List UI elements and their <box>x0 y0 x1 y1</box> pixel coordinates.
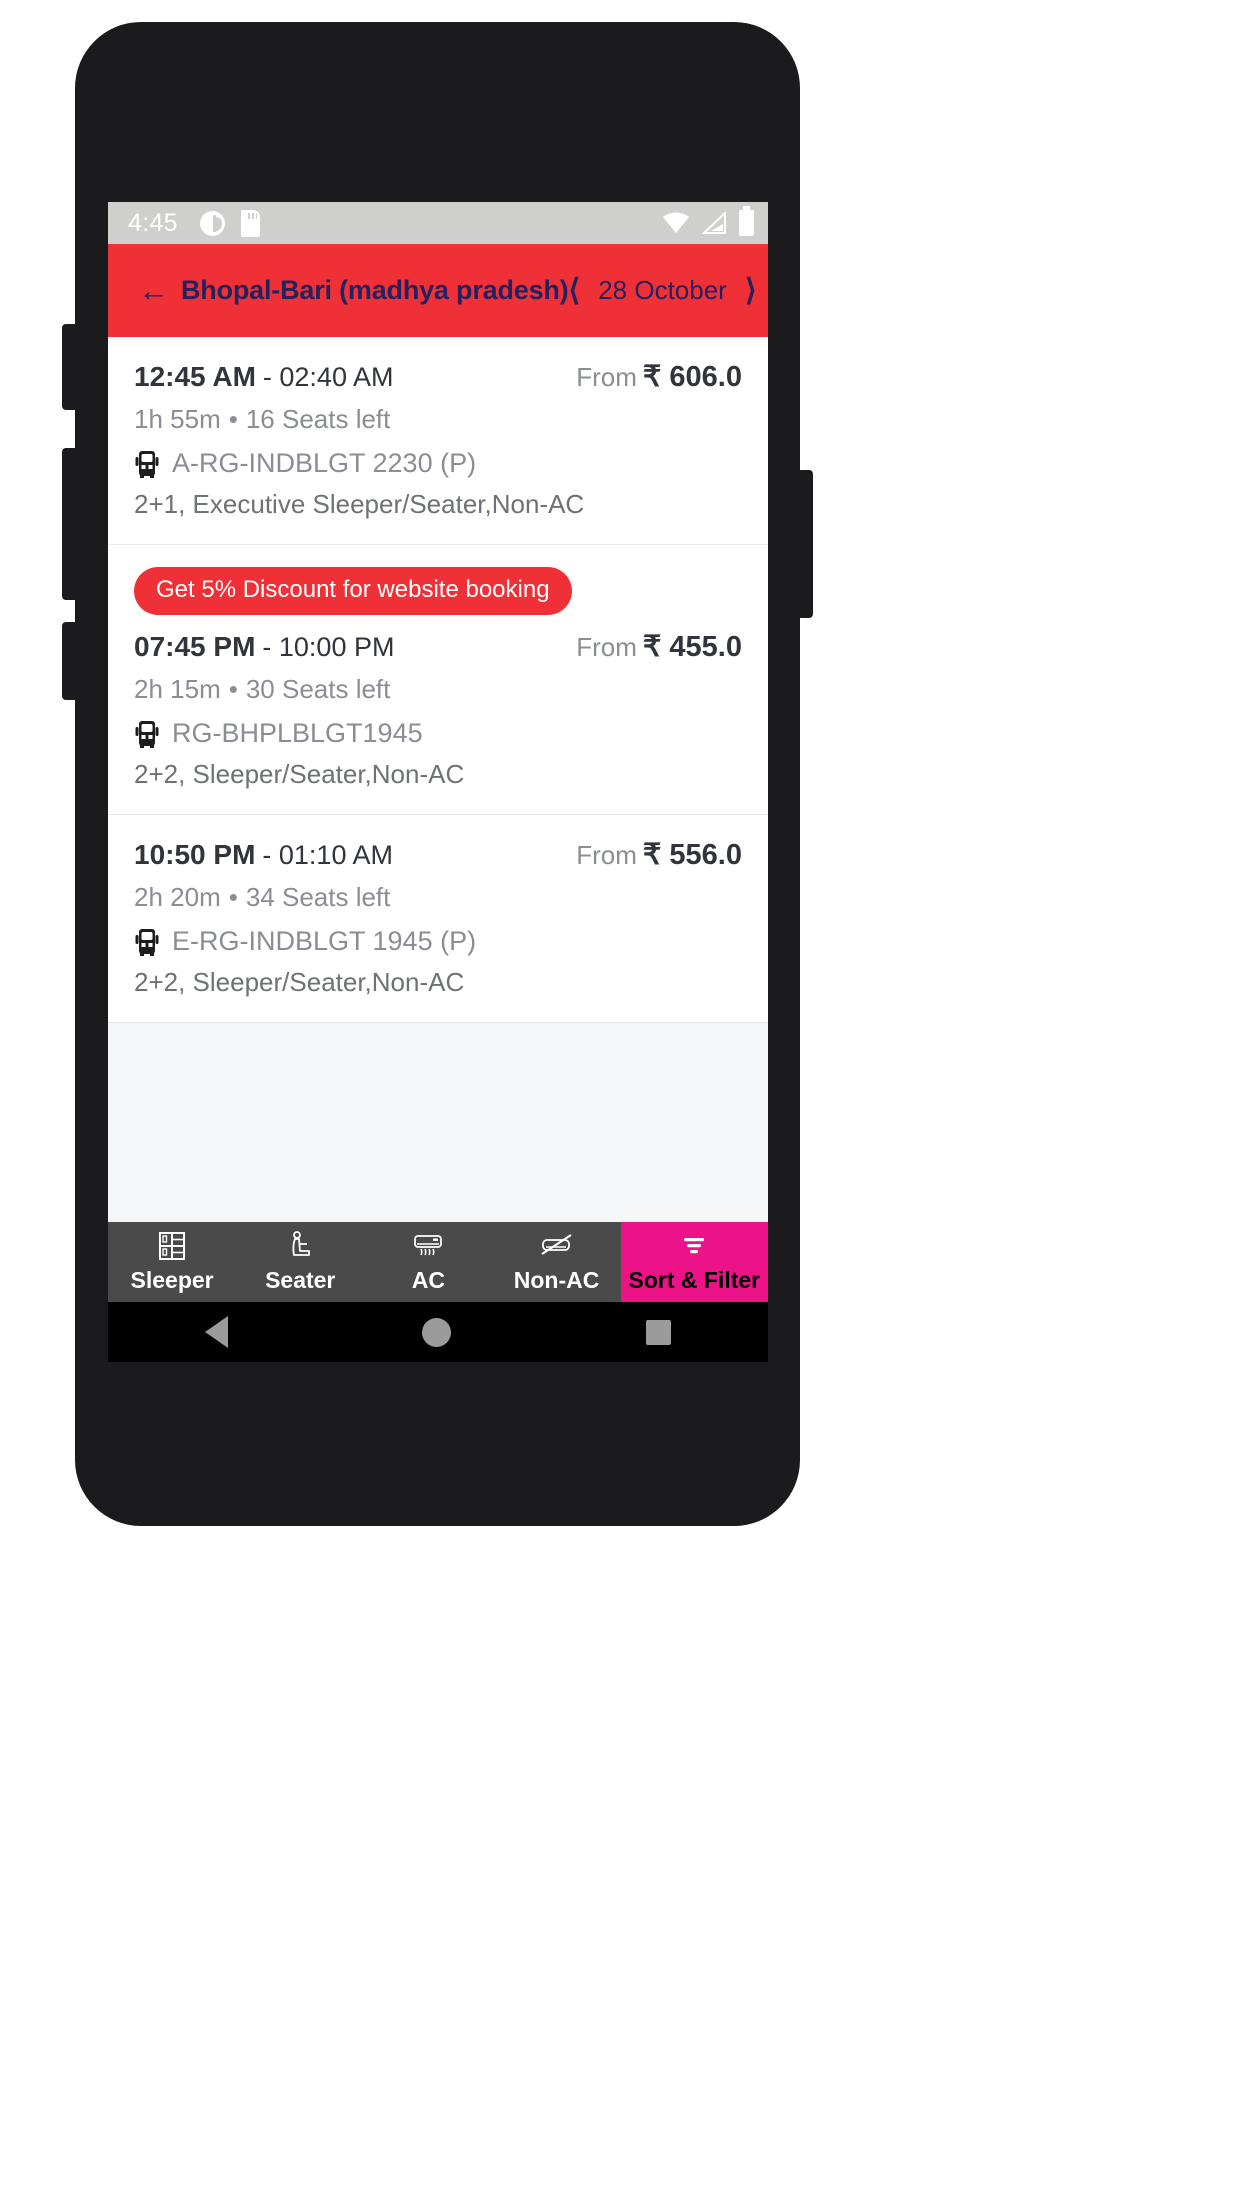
app-header: ← Bhopal-Bari (madhya pradesh) ⟨ 28 Octo… <box>108 244 768 337</box>
filter-label: Non-AC <box>513 1267 600 1293</box>
sleeper-berth-icon <box>156 1230 188 1262</box>
do-not-disturb-icon <box>199 210 225 236</box>
trip-meta: 2h 15m • 30 Seats left <box>134 674 742 705</box>
next-day-icon[interactable]: ⟩ <box>745 275 757 306</box>
filter-ac[interactable]: AC <box>364 1222 492 1302</box>
air-conditioner-icon <box>411 1230 445 1262</box>
departure-time: 07:45 PM <box>134 631 256 662</box>
bus-type: 2+2, Sleeper/Seater,Non-AC <box>134 967 465 997</box>
meta-separator: • <box>228 674 238 704</box>
trip-duration: 1h 55m <box>134 404 221 434</box>
status-left-icons <box>199 209 260 237</box>
phone-button-left-bottom[interactable] <box>62 622 78 700</box>
bus-identity-row: RG-BHPLBLGT1945 <box>134 718 742 749</box>
filter-label: Sort & Filter <box>628 1267 761 1293</box>
price-block: From ₹ 556.0 <box>576 837 742 872</box>
price-from-label: From <box>576 840 637 870</box>
phone-button-volume[interactable] <box>62 448 78 600</box>
cell-signal-icon <box>701 210 727 234</box>
back-triangle-icon[interactable] <box>205 1316 229 1348</box>
filter-toolbar: Sleeper Seater AC Non-AC Sort & Filter <box>108 1222 768 1302</box>
filter-label: Seater <box>265 1267 336 1293</box>
bus-result-card[interactable]: Get 5% Discount for website booking 07:4… <box>108 545 768 815</box>
trip-meta: 2h 20m • 34 Seats left <box>134 882 742 913</box>
schedule-row: 10:50 PM - 01:10 AM From ₹ 556.0 <box>134 837 742 872</box>
departure-time: 12:45 AM <box>134 361 256 392</box>
bus-result-card[interactable]: 12:45 AM - 02:40 AM From ₹ 606.0 1h 55m • 1… <box>108 337 768 545</box>
bus-identity-row: A-RG-INDBLGT 2230 (P) <box>134 448 742 479</box>
meta-separator: • <box>228 404 238 434</box>
price-amount: ₹ 455.0 <box>642 631 742 663</box>
schedule-row: 12:45 AM - 02:40 AM From ₹ 606.0 <box>134 359 742 394</box>
bus-type: 2+1, Executive Sleeper/Seater,Non-AC <box>134 489 585 519</box>
departure-time: 10:50 PM <box>134 839 256 870</box>
wifi-icon <box>662 212 690 234</box>
bus-code: E-RG-INDBLGT 1945 (P) <box>172 926 477 956</box>
seat-icon <box>284 1230 316 1262</box>
meta-separator: • <box>228 882 238 912</box>
battery-icon <box>739 206 754 236</box>
sd-card-icon <box>240 209 260 237</box>
status-bar: 4:45 <box>108 202 768 244</box>
seats-left: 34 Seats left <box>245 882 391 912</box>
bus-icon <box>134 719 160 749</box>
filter-seater[interactable]: Seater <box>236 1222 364 1302</box>
phone-screen: 4:45 ← Bhopal-Bari (madhya pradesh) ⟨ 28… <box>108 202 768 1362</box>
price-amount: ₹ 556.0 <box>642 839 742 871</box>
price-from-label: From <box>576 362 637 392</box>
schedule-row: 07:45 PM - 10:00 PM From ₹ 455.0 <box>134 629 742 664</box>
status-time: 4:45 <box>128 208 178 237</box>
price-block: From ₹ 455.0 <box>576 629 742 664</box>
discount-badge[interactable]: Get 5% Discount for website booking <box>134 567 572 615</box>
bus-type: 2+2, Sleeper/Seater,Non-AC <box>134 759 465 789</box>
arrival-time: - 01:10 AM <box>262 840 393 870</box>
bus-icon <box>134 449 160 479</box>
filter-non-ac[interactable]: Non-AC <box>492 1222 620 1302</box>
back-arrow-icon[interactable]: ← <box>138 275 169 306</box>
screenshot-stage: 4:45 ← Bhopal-Bari (madhya pradesh) ⟨ 28… <box>0 0 1242 2208</box>
filter-label: AC <box>411 1267 445 1293</box>
seats-left: 16 Seats left <box>245 404 391 434</box>
price-from-label: From <box>576 632 637 662</box>
arrival-time: - 02:40 AM <box>262 362 394 392</box>
home-circle-icon[interactable] <box>422 1317 452 1347</box>
page-title: Bhopal-Bari (madhya pradesh) <box>181 275 569 305</box>
bus-icon <box>134 927 160 957</box>
date-navigator: ⟨ 28 October ⟩ <box>568 275 756 306</box>
bus-code: RG-BHPLBLGT1945 <box>172 718 423 748</box>
price-amount: ₹ 606.0 <box>642 361 742 393</box>
phone-button-left-top[interactable] <box>62 324 78 410</box>
trip-meta: 1h 55m • 16 Seats left <box>134 404 742 435</box>
bus-code: A-RG-INDBLGT 2230 (P) <box>172 448 477 478</box>
trip-duration: 2h 15m <box>134 674 221 704</box>
bus-identity-row: E-RG-INDBLGT 1945 (P) <box>134 926 742 957</box>
bus-results-list[interactable]: 12:45 AM - 02:40 AM From ₹ 606.0 1h 55m • 1… <box>108 337 768 1362</box>
arrival-time: - 10:00 PM <box>262 632 395 662</box>
filter-label: Sleeper <box>130 1267 214 1293</box>
filter-sort-and-filter[interactable]: Sort & Filter <box>620 1222 768 1302</box>
seats-left: 30 Seats left <box>245 674 391 704</box>
status-right-icons <box>662 206 754 236</box>
filter-sleeper[interactable]: Sleeper <box>108 1222 236 1302</box>
bus-result-card[interactable]: 10:50 PM - 01:10 AM From ₹ 556.0 2h 20m • 3… <box>108 815 768 1023</box>
price-block: From ₹ 606.0 <box>576 359 742 394</box>
trip-duration: 2h 20m <box>134 882 221 912</box>
recents-square-icon[interactable] <box>645 1319 671 1345</box>
selected-date[interactable]: 28 October <box>598 275 727 306</box>
android-nav-bar <box>108 1302 768 1362</box>
filter-icon <box>679 1230 709 1262</box>
no-ac-icon <box>540 1230 574 1262</box>
phone-button-power[interactable] <box>797 470 813 618</box>
previous-day-icon[interactable]: ⟨ <box>568 275 580 306</box>
